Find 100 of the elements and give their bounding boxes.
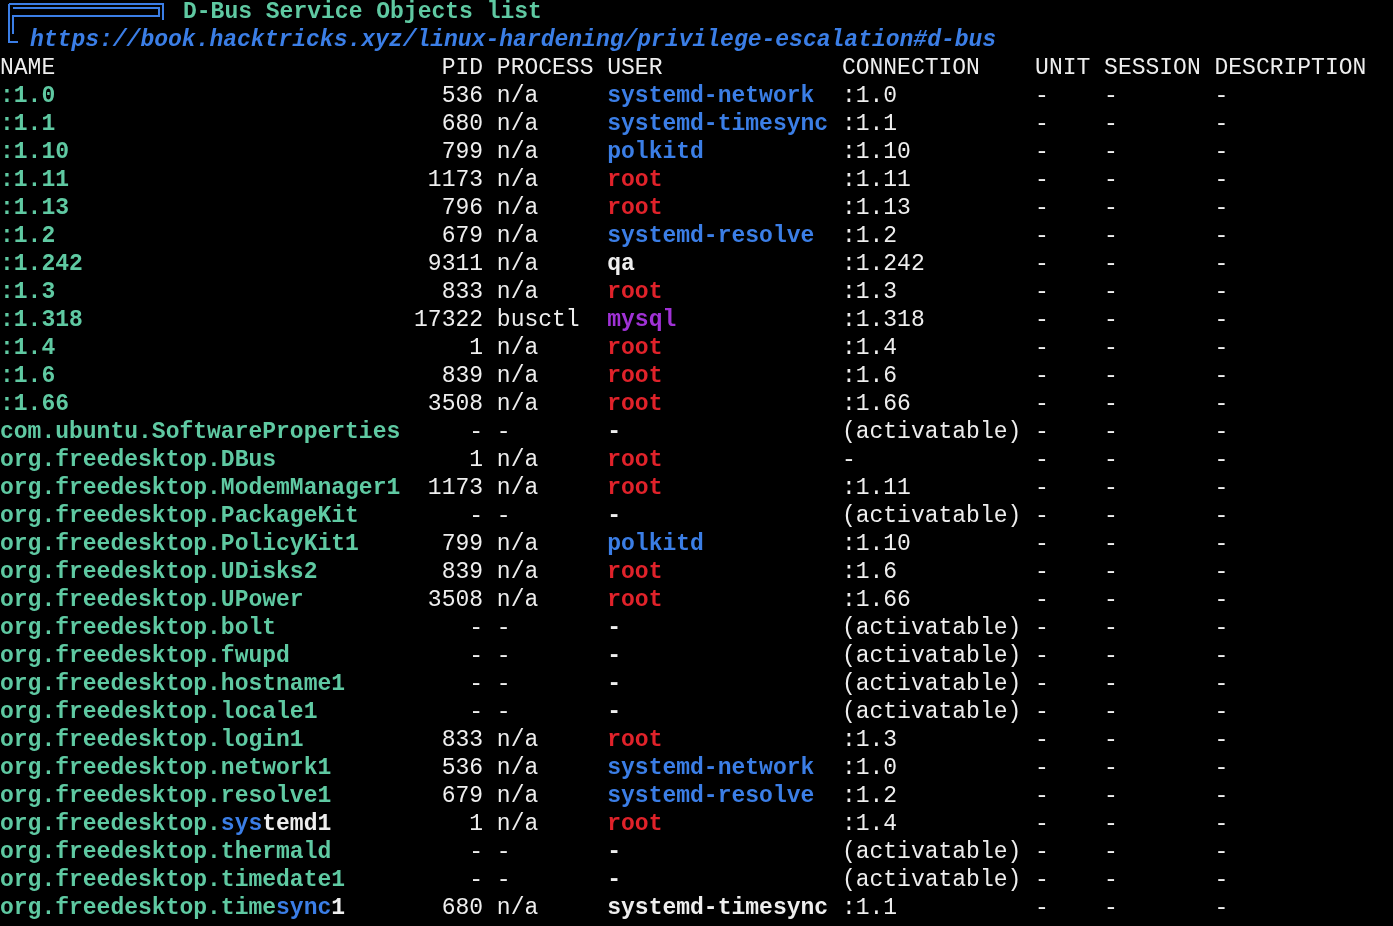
description-cell: -: [1214, 250, 1229, 278]
pid-cell: -: [469, 866, 484, 894]
pid-cell: -: [469, 614, 484, 642]
process-cell: n/a: [496, 166, 539, 194]
description-cell: -: [1214, 530, 1229, 558]
service-name: org.freedesktop.hostname1: [0, 670, 346, 698]
user-cell: root: [607, 558, 663, 586]
service-name: org.freedesktop.systemd1: [0, 810, 332, 838]
connection-cell: :1.6: [841, 558, 898, 586]
service-name: org.freedesktop.DBus: [0, 446, 277, 474]
pid-cell: 1173: [427, 166, 484, 194]
connection-cell: :1.3: [841, 278, 898, 306]
session-cell: -: [1104, 82, 1118, 110]
url-link[interactable]: https://book.hacktricks.xyz/linux-hardening/privilege-escalation#d-bus: [30, 26, 997, 54]
description-cell: -: [1214, 222, 1229, 250]
description-cell: -: [1214, 726, 1229, 754]
description-cell: -: [1214, 82, 1229, 110]
connection-cell: :1.0: [841, 754, 898, 782]
description-cell: -: [1214, 642, 1229, 670]
service-name: org.freedesktop.ModemManager1: [0, 474, 401, 502]
connection-cell: :1.11: [841, 166, 911, 194]
session-cell: -: [1104, 390, 1118, 418]
unit-cell: -: [1035, 726, 1049, 754]
session-cell: -: [1104, 838, 1118, 866]
column-header: CONNECTION: [841, 54, 980, 82]
process-cell: n/a: [496, 194, 539, 222]
description-cell: -: [1214, 390, 1229, 418]
unit-cell: -: [1035, 334, 1049, 362]
process-cell: n/a: [496, 894, 539, 922]
connection-cell: (activatable): [841, 502, 1022, 530]
user-cell: -: [607, 418, 622, 446]
connection-cell: :1.11: [841, 474, 911, 502]
service-name: :1.0: [0, 82, 56, 110]
pid-cell: 839: [441, 558, 484, 586]
process-cell: n/a: [496, 334, 539, 362]
connection-cell: :1.1: [841, 894, 898, 922]
process-cell: n/a: [496, 446, 539, 474]
unit-cell: -: [1035, 390, 1049, 418]
user-cell: -: [607, 502, 622, 530]
description-cell: -: [1214, 334, 1229, 362]
unit-cell: -: [1035, 894, 1049, 922]
session-cell: -: [1104, 614, 1118, 642]
pid-cell: 796: [441, 194, 484, 222]
user-cell: root: [607, 390, 663, 418]
pid-cell: 9311: [427, 250, 484, 278]
unit-cell: -: [1035, 110, 1049, 138]
connection-cell: :1.13: [841, 194, 911, 222]
unit-cell: -: [1035, 586, 1049, 614]
process-cell: n/a: [496, 558, 539, 586]
service-name: org.freedesktop.UDisks2: [0, 558, 318, 586]
connection-cell: (activatable): [841, 698, 1022, 726]
pid-cell: -: [469, 838, 484, 866]
user-cell: root: [607, 810, 663, 838]
process-cell: -: [496, 866, 511, 894]
pid-cell: 536: [441, 82, 484, 110]
user-cell: -: [607, 866, 622, 894]
unit-cell: -: [1035, 866, 1049, 894]
session-cell: -: [1104, 866, 1118, 894]
session-cell: -: [1104, 278, 1118, 306]
pid-cell: 3508: [427, 390, 484, 418]
unit-cell: -: [1035, 194, 1049, 222]
connection-cell: (activatable): [841, 642, 1022, 670]
description-cell: -: [1214, 866, 1229, 894]
user-cell: -: [607, 670, 622, 698]
pid-cell: 799: [441, 138, 484, 166]
description-cell: -: [1214, 810, 1229, 838]
description-cell: -: [1214, 474, 1229, 502]
description-cell: -: [1214, 502, 1229, 530]
service-name: :1.66: [0, 390, 69, 418]
user-cell: qa: [607, 250, 635, 278]
service-name: :1.242: [0, 250, 83, 278]
column-header: SESSION: [1104, 54, 1201, 82]
session-cell: -: [1104, 474, 1118, 502]
unit-cell: -: [1035, 558, 1049, 586]
description-cell: -: [1214, 278, 1229, 306]
process-cell: -: [496, 670, 511, 698]
unit-cell: -: [1035, 418, 1049, 446]
service-name: :1.10: [0, 138, 69, 166]
connection-cell: :1.1: [841, 110, 898, 138]
process-cell: n/a: [496, 362, 539, 390]
session-cell: -: [1104, 754, 1118, 782]
user-cell: root: [607, 194, 663, 222]
session-cell: -: [1104, 782, 1118, 810]
process-cell: -: [496, 418, 511, 446]
service-name: org.freedesktop.network1: [0, 754, 332, 782]
session-cell: -: [1104, 530, 1118, 558]
connection-cell: :1.2: [841, 782, 898, 810]
description-cell: -: [1214, 838, 1229, 866]
session-cell: -: [1104, 726, 1118, 754]
session-cell: -: [1104, 306, 1118, 334]
pid-cell: 536: [441, 754, 484, 782]
process-cell: n/a: [496, 278, 539, 306]
description-cell: -: [1214, 166, 1229, 194]
description-cell: -: [1214, 110, 1229, 138]
session-cell: -: [1104, 334, 1118, 362]
session-cell: -: [1104, 670, 1118, 698]
session-cell: -: [1104, 362, 1118, 390]
connection-cell: :1.242: [841, 250, 925, 278]
user-cell: root: [607, 474, 663, 502]
process-cell: n/a: [496, 754, 539, 782]
